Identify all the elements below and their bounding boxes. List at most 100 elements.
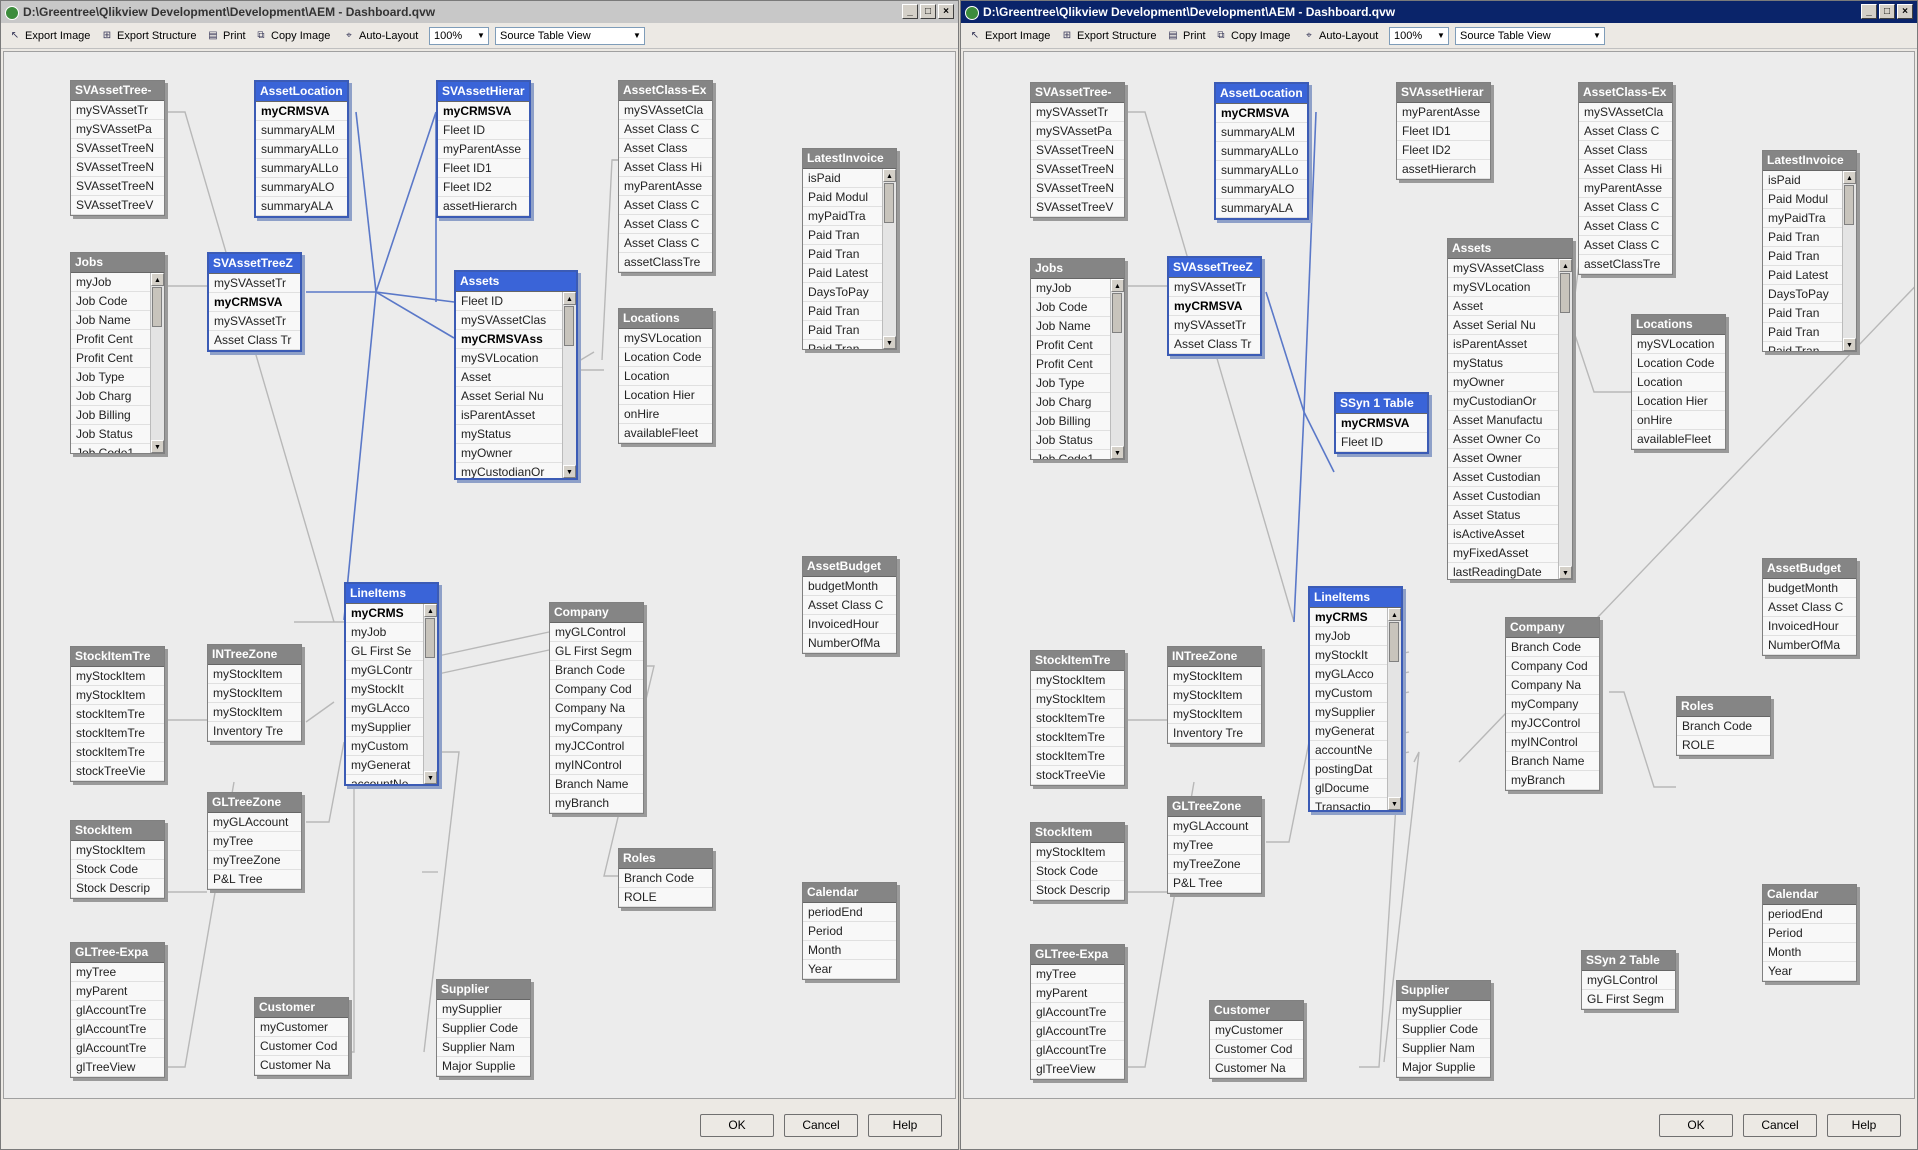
table-box-svassettreez[interactable]: SVAssetTreeZ mySVAssetTr myCRMSVA mySVAsset…: [1167, 256, 1262, 356]
field-row[interactable]: myCustomer: [255, 1018, 348, 1037]
field-row[interactable]: mySVAssetPa: [71, 120, 164, 139]
field-row[interactable]: stockItemTre: [71, 743, 164, 762]
field-row[interactable]: myParentAsse: [1397, 103, 1490, 122]
table-title[interactable]: Company: [1506, 618, 1599, 638]
maximize-button[interactable]: □: [920, 4, 936, 19]
field-row[interactable]: Asset Manufactu: [1448, 411, 1558, 430]
scrollbar[interactable]: ▲ ▼: [1110, 279, 1124, 459]
field-row[interactable]: myStockItem: [1168, 667, 1261, 686]
field-row[interactable]: Stock Descrip: [71, 879, 164, 898]
table-box-roles[interactable]: Roles Branch Code ROLE: [618, 848, 713, 908]
table-box-svassettreez[interactable]: SVAssetTreeZ mySVAssetTr myCRMSVA mySVAsset…: [207, 252, 302, 352]
field-row[interactable]: Location Hier: [619, 386, 712, 405]
field-row[interactable]: myCRMS: [1310, 608, 1387, 627]
field-row[interactable]: stockItemTre: [1031, 709, 1124, 728]
table-title[interactable]: GLTreeZone: [1168, 797, 1261, 817]
field-row[interactable]: summaryALLo: [256, 159, 347, 178]
table-box-locations[interactable]: Locations mySVLocation Location Code Locati…: [618, 308, 713, 444]
field-row[interactable]: SVAssetTreeV: [1031, 198, 1124, 217]
field-row[interactable]: stockItemTre: [71, 724, 164, 743]
table-title[interactable]: SSyn 1 Table: [1336, 394, 1427, 414]
table-title[interactable]: LatestInvoice: [803, 149, 896, 169]
table-box-svassethierar[interactable]: SVAssetHierar myCRMSVA Fleet ID myParentAss…: [436, 80, 531, 218]
field-row[interactable]: Location: [1632, 373, 1725, 392]
scrollbar[interactable]: ▲ ▼: [150, 273, 164, 453]
field-row[interactable]: SVAssetTreeN: [71, 139, 164, 158]
field-row[interactable]: isPaid: [1763, 171, 1842, 190]
field-row[interactable]: myStockIt: [1310, 646, 1387, 665]
field-row[interactable]: Customer Na: [1210, 1059, 1303, 1078]
field-row[interactable]: glAccountTre: [71, 1020, 164, 1039]
table-title[interactable]: AssetBudget: [803, 557, 896, 577]
field-row[interactable]: NumberOfMa: [1763, 636, 1856, 655]
scroll-up-icon[interactable]: ▲: [1559, 259, 1572, 272]
field-row[interactable]: onHire: [619, 405, 712, 424]
field-row[interactable]: Job Charg: [71, 387, 150, 406]
table-box-company[interactable]: Company myGLControl GL First Segm Branch Co…: [549, 602, 644, 814]
table-title[interactable]: Jobs: [1031, 259, 1124, 279]
field-row[interactable]: myCustodianOr: [1448, 392, 1558, 411]
field-row[interactable]: glTreeView: [71, 1058, 164, 1077]
scroll-down-icon[interactable]: ▼: [424, 771, 437, 784]
table-title[interactable]: GLTreeZone: [208, 793, 301, 813]
table-box-ssyn-1-table[interactable]: SSyn 1 Table myCRMSVA Fleet ID: [1334, 392, 1429, 454]
field-row[interactable]: myStatus: [1448, 354, 1558, 373]
field-row[interactable]: Location: [619, 367, 712, 386]
field-row[interactable]: myGLControl: [550, 623, 643, 642]
field-row[interactable]: mySVLocation: [456, 349, 562, 368]
field-row[interactable]: myCustomer: [1210, 1021, 1303, 1040]
field-row[interactable]: Paid Tran: [803, 245, 882, 264]
field-row[interactable]: Location Code: [1632, 354, 1725, 373]
field-row[interactable]: Job Charg: [1031, 393, 1110, 412]
scroll-down-icon[interactable]: ▼: [1388, 797, 1401, 810]
field-row[interactable]: Asset Class C: [1579, 122, 1672, 141]
table-title[interactable]: Calendar: [803, 883, 896, 903]
field-row[interactable]: Year: [803, 960, 896, 979]
field-row[interactable]: Paid Tran: [1763, 247, 1842, 266]
field-row[interactable]: lastReadingDate: [1448, 563, 1558, 579]
field-row[interactable]: SVAssetTreeN: [1031, 160, 1124, 179]
auto-layout-button[interactable]: ⌖ Auto-Layout: [1301, 27, 1378, 45]
scroll-down-icon[interactable]: ▼: [1559, 566, 1572, 579]
table-box-gltreezone[interactable]: GLTreeZone myGLAccount myTree myTreeZone P&L…: [207, 792, 302, 890]
table-box-intreezone[interactable]: INTreeZone myStockItem myStockItem myStockI…: [207, 644, 302, 742]
field-row[interactable]: myCompany: [550, 718, 643, 737]
table-title[interactable]: Assets: [1448, 239, 1572, 259]
table-title[interactable]: SVAssetHierar: [438, 82, 529, 102]
field-row[interactable]: GL First Segm: [550, 642, 643, 661]
field-row[interactable]: glAccountTre: [71, 1039, 164, 1058]
table-box-assetlocation[interactable]: AssetLocation myCRMSVA summaryALM summaryAL…: [254, 80, 349, 218]
table-title[interactable]: SVAssetHierar: [1397, 83, 1490, 103]
field-row[interactable]: Branch Code: [550, 661, 643, 680]
field-row[interactable]: myJob: [346, 623, 423, 642]
field-row[interactable]: Customer Cod: [1210, 1040, 1303, 1059]
field-row[interactable]: Branch Code: [1506, 638, 1599, 657]
field-row[interactable]: SVAssetTreeN: [71, 158, 164, 177]
field-row[interactable]: Asset Class C: [1579, 198, 1672, 217]
field-row[interactable]: Fleet ID: [438, 121, 529, 140]
field-row[interactable]: myCRMSVA: [1169, 297, 1260, 316]
field-row[interactable]: Asset Class C: [803, 596, 896, 615]
field-row[interactable]: myTree: [208, 832, 301, 851]
table-box-locations[interactable]: Locations mySVLocation Location Code Locati…: [1631, 314, 1726, 450]
field-row[interactable]: Month: [1763, 943, 1856, 962]
table-title[interactable]: Roles: [619, 849, 712, 869]
table-box-stockitemtre[interactable]: StockItemTre myStockItem myStockItem stockI…: [70, 646, 165, 782]
close-button[interactable]: ×: [1897, 4, 1913, 19]
field-row[interactable]: Paid Tran: [803, 226, 882, 245]
field-row[interactable]: myCRMSVA: [1336, 414, 1427, 433]
field-row[interactable]: stockItemTre: [1031, 747, 1124, 766]
field-row[interactable]: glTreeView: [1031, 1060, 1124, 1079]
field-row[interactable]: postingDat: [1310, 760, 1387, 779]
scroll-up-icon[interactable]: ▲: [424, 604, 437, 617]
field-row[interactable]: myJob: [1031, 279, 1110, 298]
table-box-calendar[interactable]: Calendar periodEnd Period Month Year: [1762, 884, 1857, 982]
field-row[interactable]: summaryALM: [1216, 123, 1307, 142]
field-row[interactable]: myGLAcco: [346, 699, 423, 718]
field-row[interactable]: myTree: [1031, 965, 1124, 984]
table-box-intreezone[interactable]: INTreeZone myStockItem myStockItem myStockI…: [1167, 646, 1262, 744]
table-title[interactable]: Customer: [255, 998, 348, 1018]
print-button[interactable]: ▤ Print: [205, 27, 245, 45]
field-row[interactable]: glAccountTre: [1031, 1041, 1124, 1060]
field-row[interactable]: glAccountTre: [71, 1001, 164, 1020]
